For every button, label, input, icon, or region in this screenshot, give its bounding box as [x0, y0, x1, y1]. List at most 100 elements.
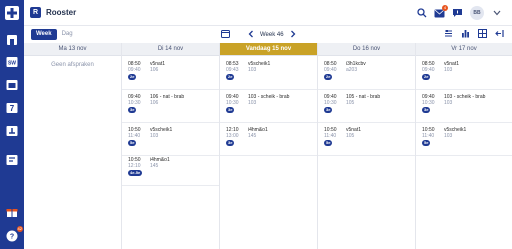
lesson-room: 145	[150, 163, 159, 169]
lesson-end: 10:30	[226, 100, 239, 106]
lesson-end: 09:40	[324, 67, 337, 73]
lesson-card[interactable]: 12:10 13:00 3e i4hm&o1 145	[220, 123, 317, 156]
top-bar: R Rooster 4 BB	[24, 0, 512, 26]
lesson-hour-badge: 3e	[226, 140, 235, 146]
lesson-card[interactable]: 10:50 11:40 5e v5scheik1 103	[122, 123, 219, 156]
lesson-end: 12:10	[128, 163, 141, 169]
lesson-hour-badge: 2e	[226, 74, 235, 80]
app-logo: R	[30, 7, 41, 18]
lesson-card[interactable]: 08:50 09:40 2e v5nat1 106	[122, 57, 219, 90]
search-icon[interactable]	[416, 8, 427, 19]
day-header: Ma 13 nov	[24, 43, 121, 56]
lesson-hour-badge: 2e	[324, 74, 333, 80]
lesson-hour-badge: 5e	[422, 140, 431, 146]
lesson-hour-badge: 2e	[128, 74, 137, 80]
lesson-card[interactable]: 09:40 10:30 3e 103 - scheik - brab 103	[220, 90, 317, 123]
day-view-button[interactable]: Dag	[57, 29, 78, 40]
bar-chart-icon[interactable]	[461, 29, 470, 40]
sw-icon[interactable]: SW	[5, 55, 19, 69]
lesson-room: 106	[150, 67, 159, 73]
lesson-end: 09:40	[422, 67, 435, 73]
lesson-end: 11:40	[422, 133, 435, 139]
svg-text:?: ?	[10, 234, 14, 241]
filter-icon[interactable]	[444, 29, 453, 40]
schedule-grid: Ma 13 nov Geen afspraken Di 14 nov 08:50…	[24, 43, 512, 249]
day-column: Ma 13 nov Geen afspraken	[24, 43, 122, 249]
lesson-end: 10:30	[324, 100, 337, 106]
chat-icon[interactable]	[452, 8, 463, 19]
day-header: Di 14 nov	[122, 43, 219, 56]
lesson-end: 10:30	[128, 100, 141, 106]
lesson-room: 106	[150, 100, 159, 106]
lesson-card[interactable]: 10:50 11:40 5e v5nat1 105	[318, 123, 415, 156]
day-header: Vr 17 nov	[416, 43, 512, 56]
lesson-end: 13:00	[226, 133, 239, 139]
view-toggle: Week Dag	[31, 29, 78, 40]
chevron-down-icon[interactable]	[491, 8, 502, 19]
lesson-hour-badge: 3e	[128, 107, 137, 113]
absence-icon[interactable]	[5, 124, 19, 138]
lesson-room: 145	[248, 133, 257, 139]
week-navigation: Week 46	[221, 29, 296, 40]
lesson-hour-badge: 3e	[226, 107, 235, 113]
lesson-card[interactable]: 08:53 09:43 2e v5scheik1 103	[220, 57, 317, 90]
no-appointments-text: Geen afspraken	[51, 62, 94, 68]
lesson-end: 11:40	[128, 133, 141, 139]
week-view-button[interactable]: Week	[31, 29, 57, 40]
messages-icon[interactable]	[5, 153, 19, 167]
lesson-card[interactable]: 08:50 09:40 2e v5nat1 103	[416, 57, 512, 90]
lesson-room: 103	[444, 133, 453, 139]
svg-text:SW: SW	[8, 61, 16, 67]
lesson-hour-badge: 5e	[128, 140, 137, 146]
somtoday-logo-icon[interactable]	[5, 6, 19, 20]
lesson-room: 105	[346, 133, 355, 139]
lesson-hour-badge: 5e	[324, 140, 333, 146]
calendar-picker-icon[interactable]	[221, 29, 230, 40]
lesson-room: a203	[346, 67, 358, 73]
lesson-hour-badge: 3e	[422, 107, 431, 113]
schedule-toolbar: Week Dag Week 46	[24, 26, 512, 43]
lesson-end: 09:43	[226, 67, 239, 73]
grades-icon[interactable]: 7	[5, 101, 19, 115]
avatar[interactable]: BB	[470, 6, 484, 20]
lesson-room: 103	[444, 67, 453, 73]
gift-icon[interactable]	[5, 205, 19, 219]
lesson-card[interactable]: 10:50 11:40 5e v5scheik1 103	[416, 123, 512, 156]
day-column: Do 16 nov 08:50 09:40 2e i3h1kcbv a203 0…	[318, 43, 416, 249]
lesson-hour-badge: 3e	[324, 107, 333, 113]
day-header-today: Vandaag 15 nov	[220, 43, 317, 56]
lesson-card[interactable]: 09:40 10:30 3e 105 - nat - brab 105	[318, 90, 415, 123]
mail-icon[interactable]: 4	[434, 4, 448, 19]
lesson-end: 11:40	[324, 133, 337, 139]
current-week-label: Week 46	[260, 31, 284, 38]
lesson-end: 09:40	[128, 67, 141, 73]
lesson-hour-badge: 2e	[422, 74, 431, 80]
collapse-panel-icon[interactable]	[495, 29, 504, 40]
day-header: Do 16 nov	[318, 43, 415, 56]
grid-view-icon[interactable]	[478, 29, 487, 40]
next-week-chevron-icon[interactable]	[290, 30, 296, 40]
lesson-card[interactable]: 09:40 10:30 3e 103 - scheik - brab 103	[416, 90, 512, 123]
mail-badge: 4	[442, 4, 448, 11]
svg-text:7: 7	[10, 104, 15, 113]
home-icon[interactable]	[5, 33, 19, 47]
calendar-icon[interactable]	[5, 78, 19, 92]
lesson-room: 103	[444, 100, 453, 106]
help-icon[interactable]: ? 42	[5, 226, 23, 243]
previous-week-chevron-icon[interactable]	[248, 30, 254, 40]
help-badge: 42	[16, 226, 23, 232]
day-column-today: Vandaag 15 nov 08:53 09:43 2e v5scheik1 …	[220, 43, 318, 249]
page-title: Rooster	[46, 8, 77, 17]
sidebar: SW 7 ? 42	[0, 0, 24, 249]
lesson-hour-badge: 4e-5e	[128, 170, 143, 176]
lesson-card[interactable]: 10:50 12:10 4e-5e i4hm&o1 145	[122, 153, 219, 186]
lesson-card[interactable]: 09:40 10:30 3e 106 - nat - brab 106	[122, 90, 219, 123]
day-column: Di 14 nov 08:50 09:40 2e v5nat1 106 09:4…	[122, 43, 220, 249]
lesson-room: 103	[248, 67, 257, 73]
day-column: Vr 17 nov 08:50 09:40 2e v5nat1 103 09:4…	[416, 43, 512, 249]
lesson-end: 10:30	[422, 100, 435, 106]
lesson-room: 103	[150, 133, 159, 139]
lesson-room: 103	[248, 100, 257, 106]
lesson-card[interactable]: 08:50 09:40 2e i3h1kcbv a203	[318, 57, 415, 90]
lesson-room: 105	[346, 100, 355, 106]
